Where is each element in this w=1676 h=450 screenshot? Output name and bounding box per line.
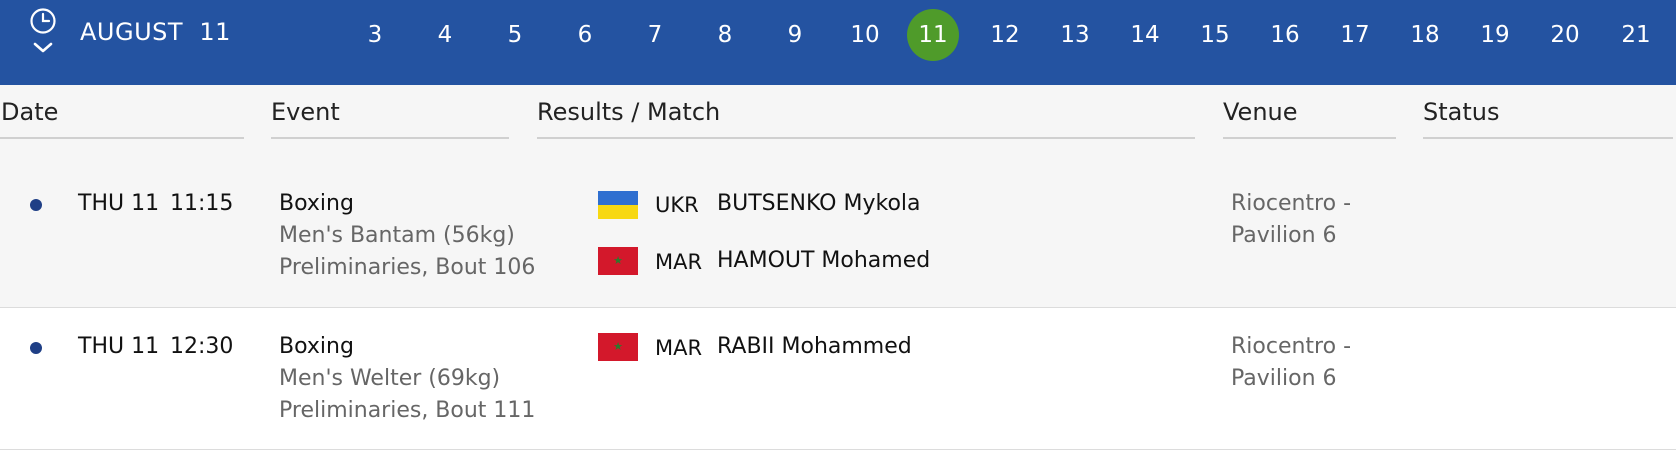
- ukraine-flag-icon: [598, 191, 638, 219]
- day-3[interactable]: 3: [349, 9, 401, 61]
- table-row[interactable]: THU 11 12:30 Boxing Men's Welter (69kg) …: [0, 308, 1676, 450]
- day-18[interactable]: 18: [1399, 9, 1451, 61]
- day-14[interactable]: 14: [1119, 9, 1171, 61]
- row-date: THU 11: [78, 191, 160, 216]
- competitor-country: UKR: [655, 193, 699, 217]
- competitor-country: MAR: [655, 250, 703, 274]
- competitor-country: MAR: [655, 336, 703, 360]
- current-date-label: AUGUST 11: [80, 17, 231, 47]
- venue-line-2: Pavilion 6: [1231, 223, 1337, 248]
- row-event: Men's Welter (69kg): [279, 366, 501, 391]
- row-time: 11:15: [170, 191, 234, 216]
- day-7[interactable]: 7: [629, 9, 681, 61]
- day-9[interactable]: 9: [769, 9, 821, 61]
- morocco-flag-icon: ★: [598, 247, 638, 275]
- table-row[interactable]: THU 11 11:15 Boxing Men's Bantam (56kg) …: [0, 139, 1676, 308]
- day-10[interactable]: 10: [839, 9, 891, 61]
- row-date: THU 11: [78, 334, 160, 359]
- row-time: 12:30: [170, 334, 234, 359]
- day-5[interactable]: 5: [489, 9, 541, 61]
- day-12[interactable]: 12: [979, 9, 1031, 61]
- live-status-dot: [30, 342, 42, 354]
- competitor-name: BUTSENKO Mykola: [717, 191, 921, 216]
- day-6[interactable]: 6: [559, 9, 611, 61]
- morocco-flag-icon: ★: [598, 333, 638, 361]
- column-header-venue: Venue: [1223, 98, 1298, 126]
- venue-line-1: Riocentro -: [1231, 191, 1352, 216]
- day-20[interactable]: 20: [1539, 9, 1591, 61]
- competitor-name: RABII Mohammed: [717, 334, 912, 359]
- column-header-date: Date: [1, 98, 59, 126]
- month-name: AUGUST: [80, 18, 184, 46]
- competitor-name: HAMOUT Mohamed: [717, 248, 931, 273]
- chevron-down-icon: [33, 42, 53, 53]
- column-header-results: Results / Match: [537, 98, 721, 126]
- day-15[interactable]: 15: [1189, 9, 1241, 61]
- row-phase: Preliminaries, Bout 111: [279, 398, 536, 423]
- day-19[interactable]: 19: [1469, 9, 1521, 61]
- row-sport: Boxing: [279, 191, 354, 216]
- row-sport: Boxing: [279, 334, 354, 359]
- venue-line-1: Riocentro -: [1231, 334, 1352, 359]
- day-17[interactable]: 17: [1329, 9, 1381, 61]
- day-11-selected[interactable]: 11: [907, 9, 959, 61]
- day-4[interactable]: 4: [419, 9, 471, 61]
- schedule-table: Date Event Results / Match Venue Status …: [0, 85, 1676, 450]
- day-21[interactable]: 21: [1610, 9, 1662, 61]
- live-status-dot: [30, 199, 42, 211]
- column-header-event: Event: [271, 98, 340, 126]
- row-event: Men's Bantam (56kg): [279, 223, 515, 248]
- day-13[interactable]: 13: [1049, 9, 1101, 61]
- selected-day: 11: [199, 18, 231, 46]
- row-phase: Preliminaries, Bout 106: [279, 255, 536, 280]
- day-16[interactable]: 16: [1259, 9, 1311, 61]
- date-navigation-bar: AUGUST 11 3 4 5 6 7 8 9 10 11 12 13 14 1…: [0, 0, 1676, 85]
- day-8[interactable]: 8: [699, 9, 751, 61]
- venue-line-2: Pavilion 6: [1231, 366, 1337, 391]
- time-toggle[interactable]: [26, 8, 60, 64]
- column-header-status: Status: [1423, 98, 1500, 126]
- clock-icon: [30, 8, 56, 53]
